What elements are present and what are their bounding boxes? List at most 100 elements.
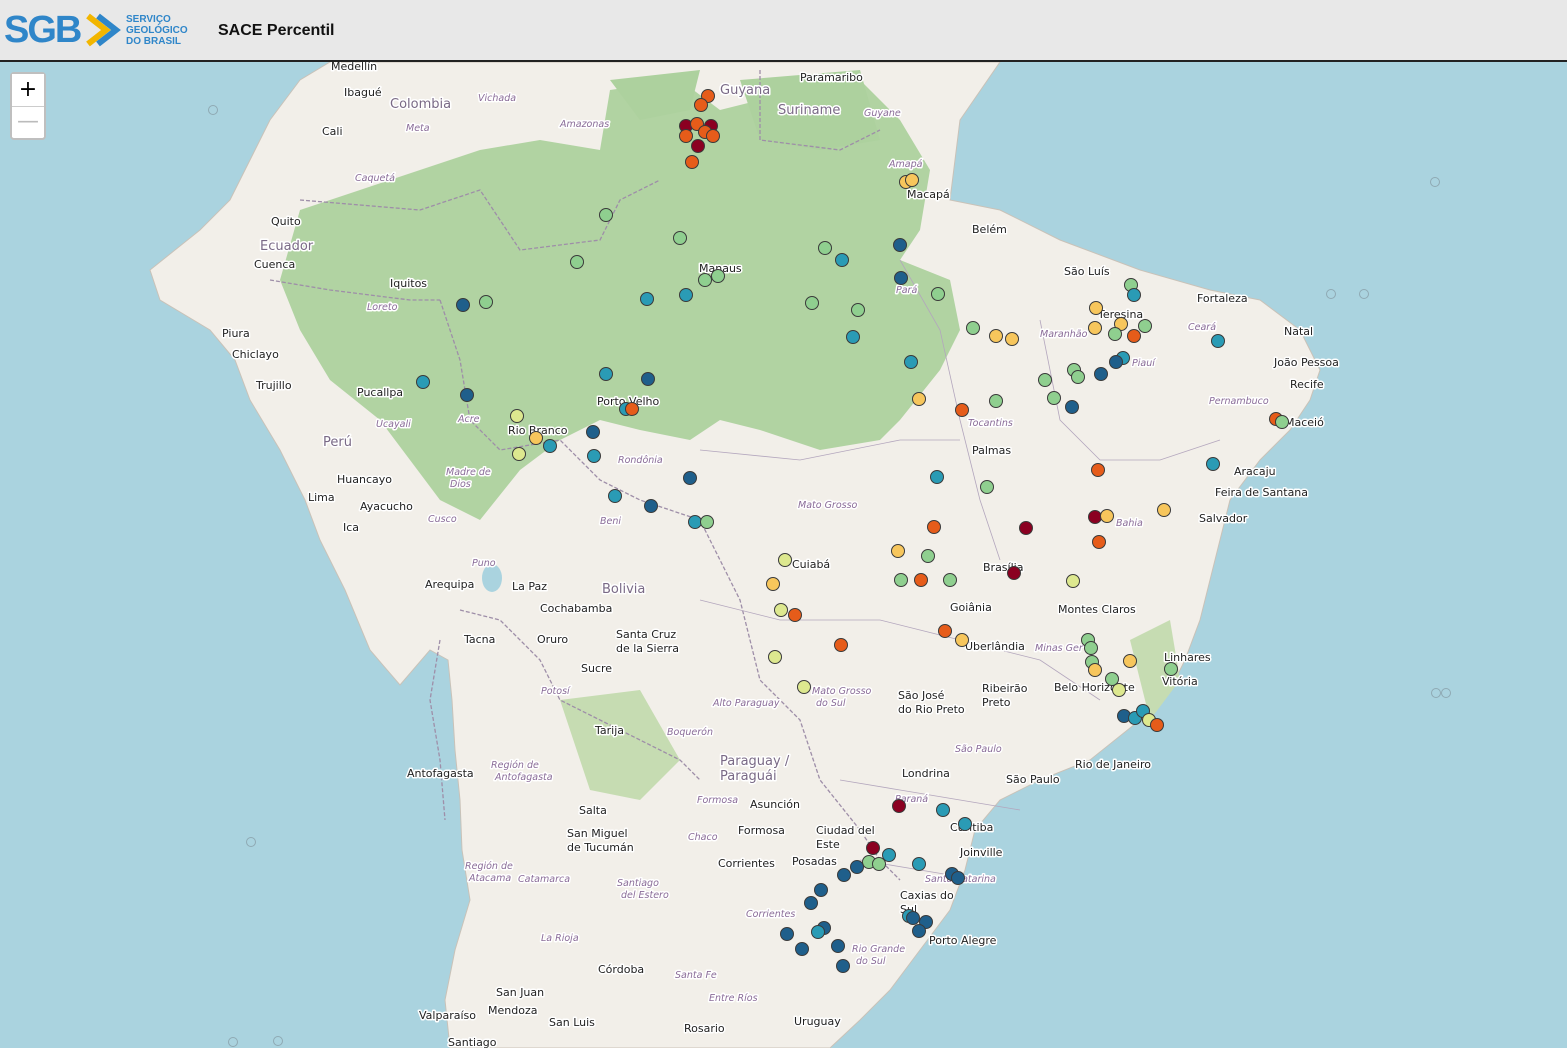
station-marker[interactable] xyxy=(1065,400,1079,414)
station-marker[interactable] xyxy=(958,817,972,831)
station-marker[interactable] xyxy=(685,155,699,169)
station-marker[interactable] xyxy=(955,403,969,417)
station-marker[interactable] xyxy=(850,860,864,874)
station-marker[interactable] xyxy=(1211,334,1225,348)
station-marker[interactable] xyxy=(835,253,849,267)
station-marker[interactable] xyxy=(1112,683,1126,697)
station-marker[interactable] xyxy=(1019,521,1033,535)
station-marker[interactable] xyxy=(894,271,908,285)
station-marker[interactable] xyxy=(804,896,818,910)
station-marker[interactable] xyxy=(774,603,788,617)
station-marker[interactable] xyxy=(679,129,693,143)
station-marker[interactable] xyxy=(912,392,926,406)
station-marker[interactable] xyxy=(1084,641,1098,655)
station-marker[interactable] xyxy=(788,608,802,622)
station-marker[interactable] xyxy=(587,449,601,463)
station-marker[interactable] xyxy=(912,857,926,871)
station-marker[interactable] xyxy=(673,231,687,245)
station-marker[interactable] xyxy=(904,355,918,369)
station-marker[interactable] xyxy=(1109,355,1123,369)
station-marker[interactable] xyxy=(989,329,1003,343)
station-marker[interactable] xyxy=(1007,566,1021,580)
station-marker[interactable] xyxy=(1275,415,1289,429)
station-marker[interactable] xyxy=(608,489,622,503)
station-marker[interactable] xyxy=(599,367,613,381)
station-marker[interactable] xyxy=(936,803,950,817)
station-marker[interactable] xyxy=(892,799,906,813)
station-marker[interactable] xyxy=(640,292,654,306)
station-marker[interactable] xyxy=(510,409,524,423)
station-marker[interactable] xyxy=(1127,288,1141,302)
station-marker[interactable] xyxy=(1150,718,1164,732)
station-marker[interactable] xyxy=(641,372,655,386)
station-marker[interactable] xyxy=(1206,457,1220,471)
station-marker[interactable] xyxy=(891,544,905,558)
station-marker[interactable] xyxy=(837,868,851,882)
station-marker[interactable] xyxy=(921,549,935,563)
station-marker[interactable] xyxy=(951,871,965,885)
station-marker[interactable] xyxy=(797,680,811,694)
station-marker[interactable] xyxy=(872,857,886,871)
station-marker[interactable] xyxy=(679,288,693,302)
station-marker[interactable] xyxy=(456,298,470,312)
station-marker[interactable] xyxy=(1088,321,1102,335)
station-marker[interactable] xyxy=(1005,332,1019,346)
station-marker[interactable] xyxy=(766,577,780,591)
station-marker[interactable] xyxy=(543,439,557,453)
zoom-out-button[interactable]: — xyxy=(12,106,44,137)
station-marker[interactable] xyxy=(894,573,908,587)
station-marker[interactable] xyxy=(814,883,828,897)
station-marker[interactable] xyxy=(688,515,702,529)
station-marker[interactable] xyxy=(906,911,920,925)
station-marker[interactable] xyxy=(700,515,714,529)
station-marker[interactable] xyxy=(416,375,430,389)
station-marker[interactable] xyxy=(1088,510,1102,524)
station-marker[interactable] xyxy=(866,841,880,855)
station-marker[interactable] xyxy=(912,924,926,938)
station-marker[interactable] xyxy=(836,959,850,973)
station-marker[interactable] xyxy=(914,573,928,587)
station-marker[interactable] xyxy=(1094,367,1108,381)
station-marker[interactable] xyxy=(512,447,526,461)
station-marker[interactable] xyxy=(694,98,708,112)
station-marker[interactable] xyxy=(831,939,845,953)
station-marker[interactable] xyxy=(811,925,825,939)
station-marker[interactable] xyxy=(1138,319,1152,333)
station-marker[interactable] xyxy=(851,303,865,317)
station-marker[interactable] xyxy=(834,638,848,652)
station-marker[interactable] xyxy=(586,425,600,439)
station-marker[interactable] xyxy=(1071,370,1085,384)
station-marker[interactable] xyxy=(1092,535,1106,549)
station-marker[interactable] xyxy=(768,650,782,664)
station-marker[interactable] xyxy=(1089,301,1103,315)
station-marker[interactable] xyxy=(625,402,639,416)
map-canvas[interactable]: Colombia Ecuador Perú Bolivia Paraguay / Para… xyxy=(0,62,1567,1048)
station-marker[interactable] xyxy=(927,520,941,534)
station-marker[interactable] xyxy=(818,241,832,255)
station-marker[interactable] xyxy=(570,255,584,269)
station-marker[interactable] xyxy=(1157,503,1171,517)
station-marker[interactable] xyxy=(691,139,705,153)
station-marker[interactable] xyxy=(930,470,944,484)
station-marker[interactable] xyxy=(989,394,1003,408)
station-marker[interactable] xyxy=(1091,463,1105,477)
station-marker[interactable] xyxy=(1047,391,1061,405)
zoom-in-button[interactable]: + xyxy=(12,74,44,106)
station-marker[interactable] xyxy=(1108,327,1122,341)
station-marker[interactable] xyxy=(683,471,697,485)
station-marker[interactable] xyxy=(805,296,819,310)
station-marker[interactable] xyxy=(778,553,792,567)
station-marker[interactable] xyxy=(711,269,725,283)
station-marker[interactable] xyxy=(1100,509,1114,523)
station-marker[interactable] xyxy=(882,848,896,862)
station-marker[interactable] xyxy=(846,330,860,344)
station-marker[interactable] xyxy=(644,499,658,513)
station-marker[interactable] xyxy=(795,942,809,956)
station-marker[interactable] xyxy=(599,208,613,222)
station-marker[interactable] xyxy=(905,173,919,187)
station-marker[interactable] xyxy=(698,273,712,287)
station-marker[interactable] xyxy=(943,573,957,587)
station-marker[interactable] xyxy=(1038,373,1052,387)
station-marker[interactable] xyxy=(706,129,720,143)
station-marker[interactable] xyxy=(893,238,907,252)
